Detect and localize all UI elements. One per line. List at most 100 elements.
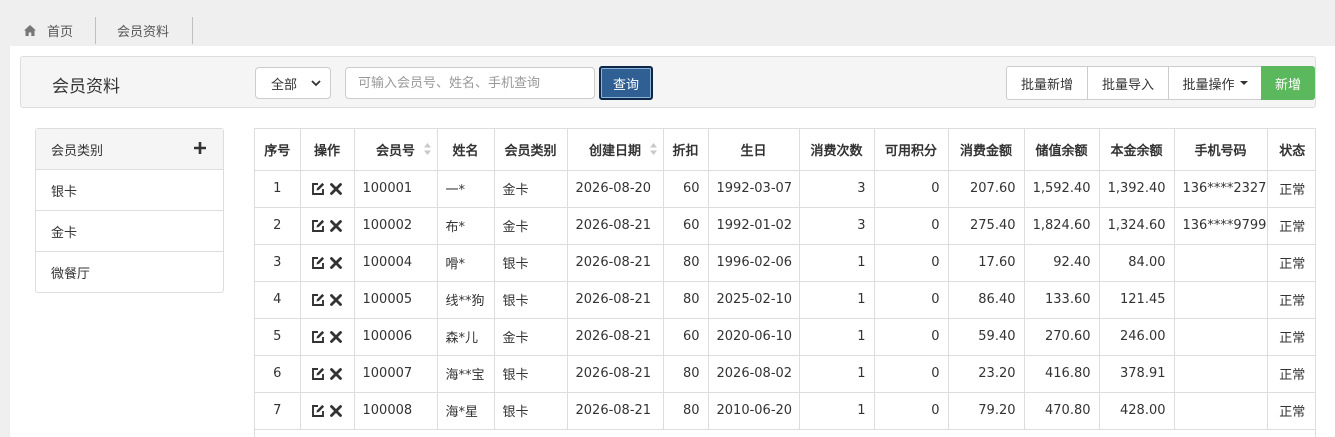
table-cell: 60	[662, 317, 709, 356]
column-header-label: 创建日期	[588, 143, 641, 159]
sort-icon	[423, 143, 431, 155]
table-cell: 2026-08-02	[707, 354, 800, 393]
table-cell	[1173, 243, 1268, 282]
edit-icon[interactable]	[311, 367, 325, 381]
column-header-label: 会员类别	[504, 143, 557, 159]
table-cell: 92.40	[1023, 243, 1100, 282]
table-row: 2 100002 布* 金卡 2026-08-21 60 1992-01-02 3 0 275.4…	[255, 206, 1315, 245]
row-actions	[299, 391, 355, 430]
table-cell: 银卡	[493, 243, 568, 282]
table-cell: 正常	[1266, 243, 1315, 282]
table-cell: 一*	[436, 169, 495, 208]
delete-icon[interactable]	[329, 330, 343, 344]
delete-icon[interactable]	[329, 256, 343, 270]
table-row: 7 100008 海*星 银卡 2026-08-21 80 2010-06-20 1 0 79.2…	[255, 391, 1315, 430]
table-cell: 3	[255, 243, 301, 282]
column-header[interactable]: 创建日期	[566, 129, 664, 171]
batch-import-button[interactable]: 批量导入	[1087, 66, 1169, 100]
column-header[interactable]: 会员号	[353, 129, 438, 171]
table-cell: 银卡	[493, 354, 568, 393]
table-cell: 森*儿	[436, 317, 495, 356]
table-cell: 3	[798, 169, 875, 208]
table-cell: 5	[255, 317, 301, 356]
table-cell: 海**宝	[436, 354, 495, 393]
sort-icon	[649, 143, 657, 155]
table-cell: 2026-08-21	[566, 206, 664, 245]
table-cell: 正常	[1266, 206, 1315, 245]
table-cell: 布*	[436, 206, 495, 245]
row-actions	[299, 317, 355, 356]
edit-icon[interactable]	[311, 219, 325, 233]
delete-icon[interactable]	[329, 367, 343, 381]
column-header: 姓名	[436, 129, 495, 171]
column-header-label: 消费次数	[810, 143, 863, 159]
table-cell: 275.40	[947, 206, 1025, 245]
query-button[interactable]: 查询	[599, 66, 653, 100]
table-cell: 416.80	[1023, 354, 1100, 393]
batch-operation-dropdown[interactable]: 批量操作	[1168, 66, 1262, 100]
sidebar-item-gold-card[interactable]: 金卡	[36, 211, 223, 252]
table-cell: 270.60	[1023, 317, 1100, 356]
delete-icon[interactable]	[329, 293, 343, 307]
table-cell: 0	[873, 391, 949, 430]
sidebar-item-silver-card[interactable]: 银卡	[36, 170, 223, 211]
plus-icon[interactable]	[193, 141, 207, 155]
row-actions	[299, 243, 355, 282]
tab-home[interactable]: 首页	[22, 17, 96, 44]
table-cell: 4	[255, 280, 301, 319]
add-new-button[interactable]: 新增	[1261, 66, 1315, 100]
filter-select[interactable]: 全部	[255, 67, 331, 99]
search-input[interactable]	[345, 67, 595, 99]
table-cell: 80	[662, 280, 709, 319]
table-row: 6 100007 海**宝 银卡 2026-08-21 80 2026-08-02 1 0 23.…	[255, 354, 1315, 393]
tab-member-info[interactable]: 会员资料	[96, 17, 193, 44]
table-cell: 金卡	[493, 169, 568, 208]
sidebar-header: 会员类别	[36, 129, 223, 170]
edit-icon[interactable]	[311, 404, 325, 418]
table-cell: 80	[662, 391, 709, 430]
batch-add-button[interactable]: 批量新增	[1006, 66, 1088, 100]
column-header: 消费次数	[798, 129, 875, 171]
table-cell	[1173, 280, 1268, 319]
table-cell: 1,324.60	[1098, 206, 1175, 245]
table-cell: 1	[798, 354, 875, 393]
table-cell: 3	[798, 206, 875, 245]
table-cell: 1	[255, 169, 301, 208]
column-header-label: 可用积分	[884, 143, 937, 159]
table-cell: 0	[873, 354, 949, 393]
column-header-label: 会员号	[375, 143, 415, 159]
row-actions	[299, 169, 355, 208]
page-title: 会员资料	[52, 77, 120, 97]
column-header: 会员类别	[493, 129, 568, 171]
table-cell: 1992-03-07	[707, 169, 800, 208]
table-cell: 0	[873, 280, 949, 319]
table-cell: 海*星	[436, 391, 495, 430]
table-cell: 0	[873, 206, 949, 245]
table-cell: 1992-01-02	[707, 206, 800, 245]
edit-icon[interactable]	[311, 256, 325, 270]
table-cell: 100005	[353, 280, 438, 319]
edit-icon[interactable]	[311, 330, 325, 344]
table-cell: 59.40	[947, 317, 1025, 356]
delete-icon[interactable]	[329, 219, 343, 233]
table-cell: 100001	[353, 169, 438, 208]
table-cell: 136****9799	[1173, 206, 1268, 245]
table-cell: 0	[873, 169, 949, 208]
table-cell: 银卡	[493, 280, 568, 319]
table-cell	[1173, 391, 1268, 430]
table-cell: 嗗*	[436, 243, 495, 282]
table-cell: 100004	[353, 243, 438, 282]
edit-icon[interactable]	[311, 182, 325, 196]
table-cell: 正常	[1266, 391, 1315, 430]
column-header-label: 储值余额	[1035, 143, 1088, 159]
table-cell: 金卡	[493, 206, 568, 245]
delete-icon[interactable]	[329, 404, 343, 418]
column-header-label: 消费金额	[959, 143, 1012, 159]
tab-bar: 首页 会员资料	[0, 0, 1335, 46]
edit-icon[interactable]	[311, 293, 325, 307]
tab-home-label: 首页	[47, 25, 74, 40]
delete-icon[interactable]	[329, 182, 343, 196]
table-cell: 2026-08-21	[566, 354, 664, 393]
sidebar-item-micro-restaurant[interactable]: 微餐厅	[36, 252, 223, 292]
table-cell: 1,824.60	[1023, 206, 1100, 245]
